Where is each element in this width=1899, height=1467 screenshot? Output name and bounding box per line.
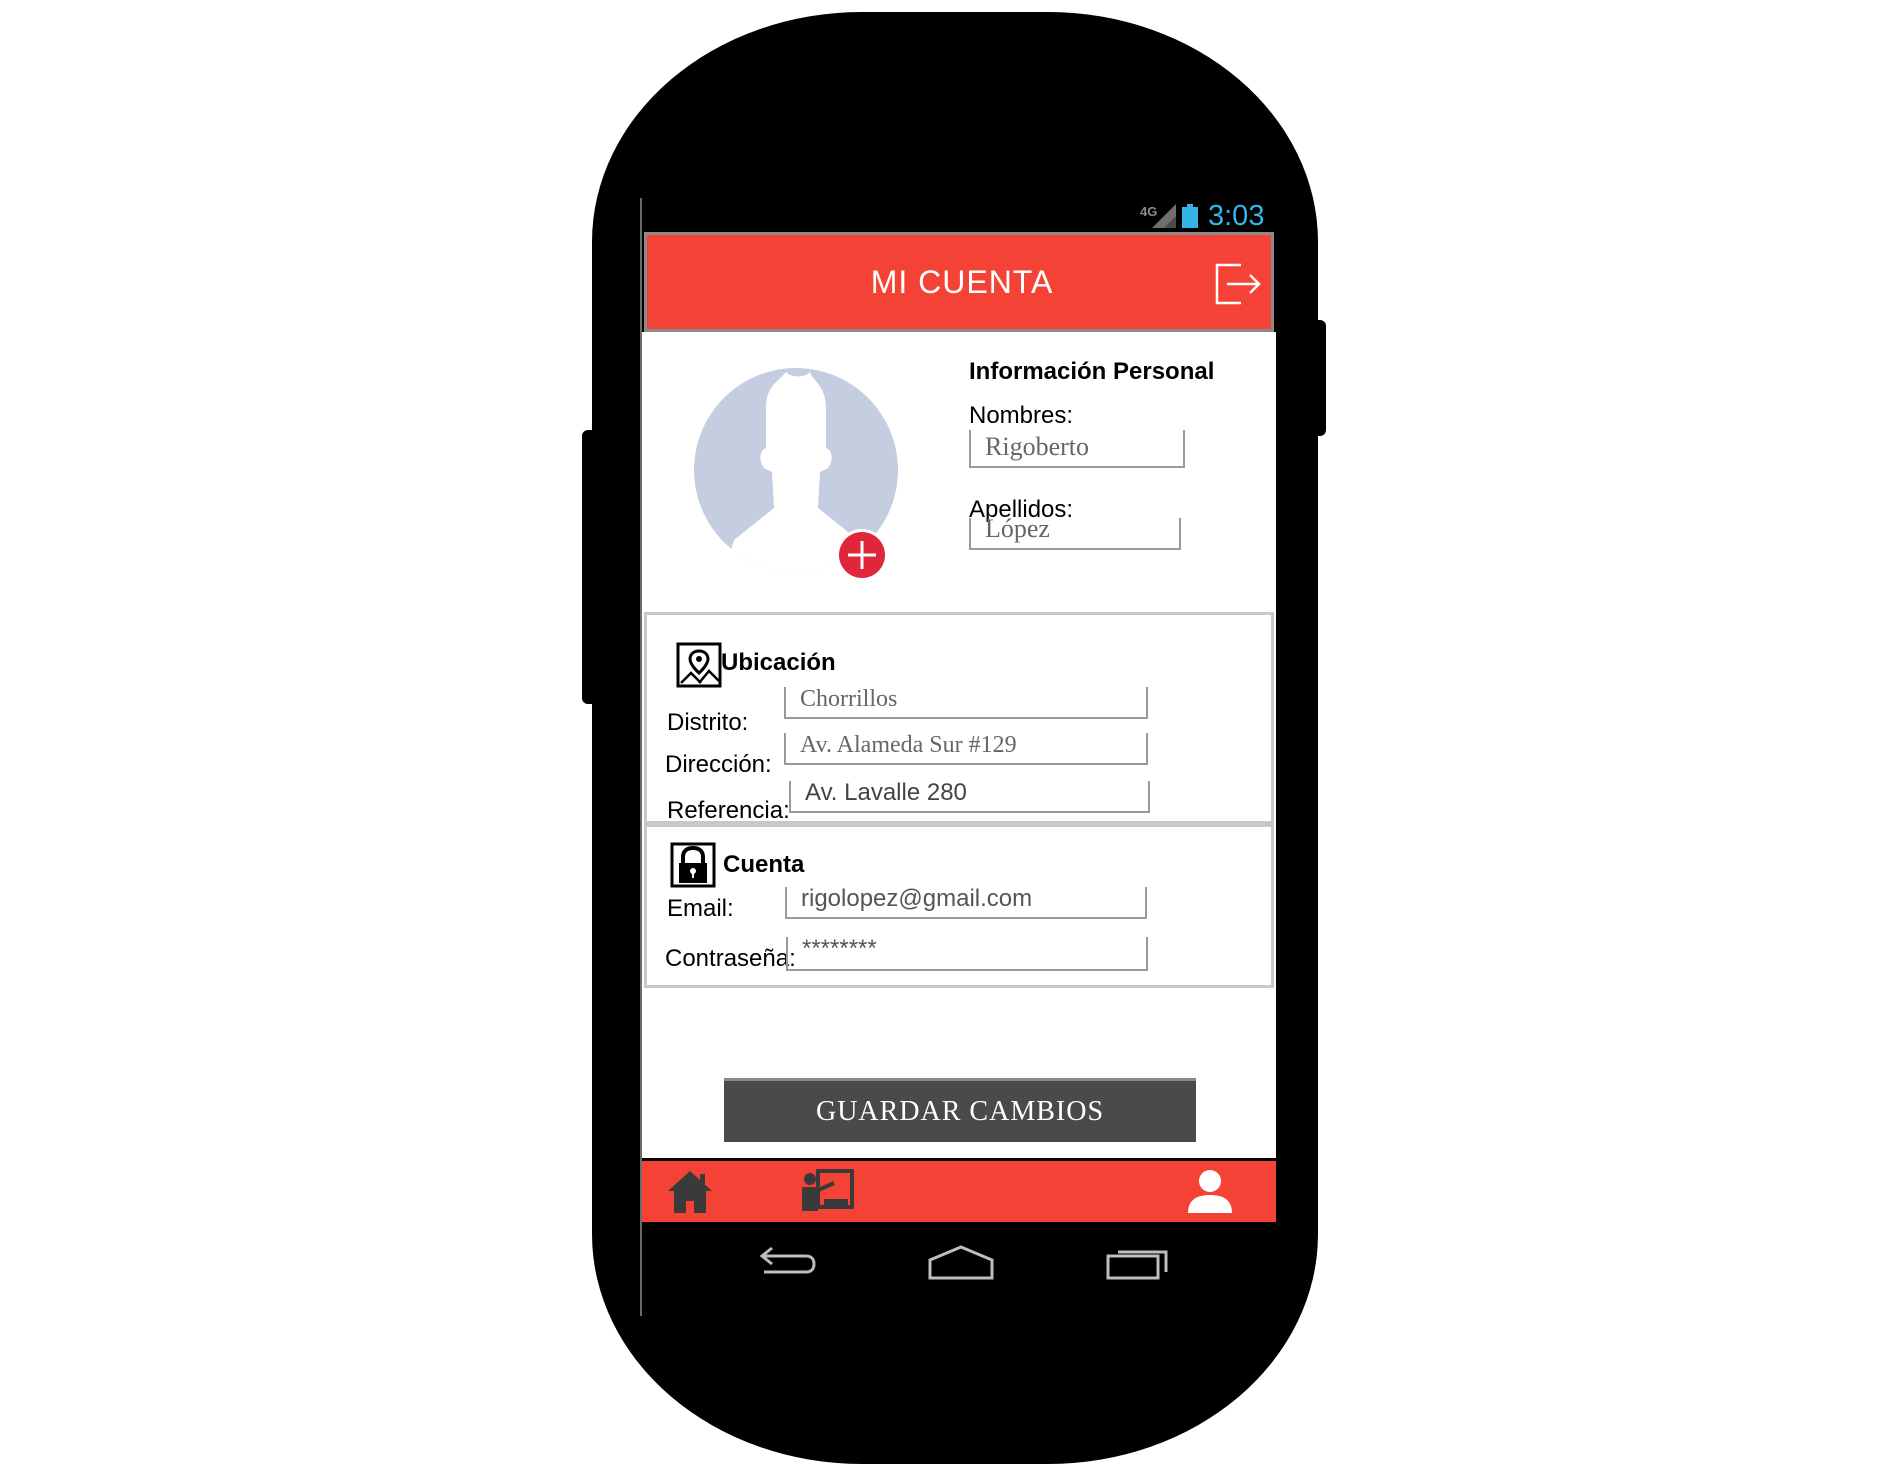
last-name-value: López bbox=[985, 514, 1050, 543]
last-name-field[interactable]: López bbox=[969, 514, 1181, 550]
back-icon[interactable] bbox=[756, 1246, 818, 1280]
lock-icon bbox=[670, 842, 716, 888]
location-section: Ubicación Distrito: Chorrillos Dirección… bbox=[644, 612, 1274, 824]
address-value: Av. Alameda Sur #129 bbox=[800, 732, 1017, 758]
account-heading: Cuenta bbox=[723, 851, 805, 878]
content: Información Personal Nombres: Rigoberto … bbox=[642, 332, 1276, 1158]
bottom-nav bbox=[642, 1158, 1276, 1222]
district-label: Distrito: bbox=[667, 709, 749, 736]
address-label: Dirección: bbox=[665, 751, 772, 778]
password-label: Contraseña: bbox=[665, 945, 796, 972]
volume-button bbox=[582, 430, 596, 704]
email-label: Email: bbox=[667, 895, 734, 922]
home-nav-icon[interactable] bbox=[928, 1244, 994, 1280]
power-button bbox=[1314, 320, 1326, 436]
district-field[interactable]: Chorrillos bbox=[784, 686, 1148, 719]
email-value: rigolopez@gmail.com bbox=[801, 885, 1033, 912]
signal-icon bbox=[1152, 204, 1176, 228]
save-changes-button[interactable]: GUARDAR CAMBIOS bbox=[724, 1078, 1196, 1142]
screen: 4G 3:03 MI CUENTA Información Personal N… bbox=[640, 198, 1276, 1316]
app-header: MI CUENTA bbox=[644, 232, 1274, 332]
presentation-icon[interactable] bbox=[800, 1169, 854, 1213]
battery-icon bbox=[1182, 204, 1198, 228]
password-value: ******** bbox=[802, 935, 877, 962]
status-bar: 4G 3:03 bbox=[642, 198, 1276, 232]
district-value: Chorrillos bbox=[800, 686, 898, 712]
email-field[interactable]: rigolopez@gmail.com bbox=[785, 885, 1147, 919]
user-icon[interactable] bbox=[1186, 1167, 1234, 1215]
address-field[interactable]: Av. Alameda Sur #129 bbox=[784, 732, 1148, 765]
first-name-value: Rigoberto bbox=[985, 432, 1089, 461]
system-nav-bar bbox=[642, 1222, 1276, 1316]
personal-section: Información Personal Nombres: Rigoberto … bbox=[642, 332, 1276, 610]
reference-value: Av. Lavalle 280 bbox=[805, 779, 967, 806]
password-field[interactable]: ******** bbox=[786, 935, 1148, 971]
home-icon[interactable] bbox=[666, 1169, 714, 1215]
location-map-icon bbox=[676, 642, 722, 688]
clock: 3:03 bbox=[1208, 200, 1265, 232]
add-photo-button[interactable] bbox=[835, 528, 889, 582]
logout-icon[interactable] bbox=[1213, 257, 1263, 307]
recent-apps-icon[interactable] bbox=[1106, 1244, 1170, 1280]
first-name-label: Nombres: bbox=[969, 402, 1074, 429]
page-title: MI CUENTA bbox=[870, 264, 1054, 300]
reference-field[interactable]: Av. Lavalle 280 bbox=[789, 779, 1150, 813]
account-section: Cuenta Email: rigolopez@gmail.com Contra… bbox=[644, 824, 1274, 988]
reference-label: Referencia: bbox=[667, 797, 790, 824]
first-name-field[interactable]: Rigoberto bbox=[969, 430, 1185, 468]
location-heading: Ubicación bbox=[721, 649, 836, 676]
personal-heading: Información Personal bbox=[969, 358, 1215, 385]
